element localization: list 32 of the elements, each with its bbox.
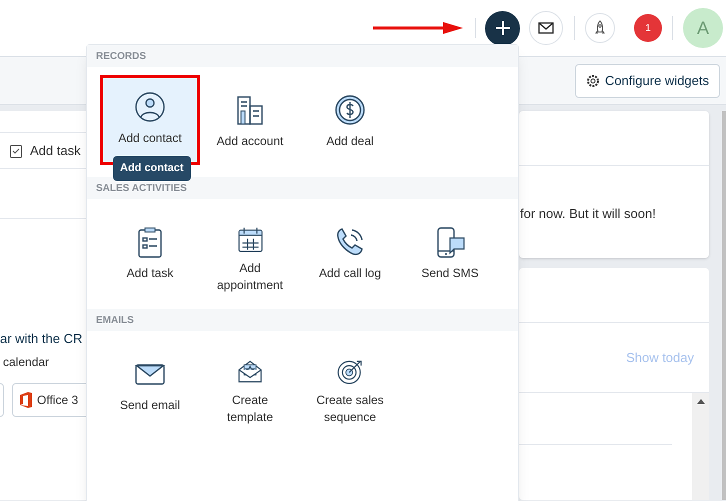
calendar-heading: ar with the CR [0,330,82,348]
person-icon [134,91,166,124]
section-heading: RECORDS [96,50,146,64]
menu-item[interactable]: Create sales sequence [300,339,400,429]
envelope-icon [538,22,554,34]
scroll-up-icon[interactable] [696,399,704,404]
menu-item[interactable]: Add deal [300,75,400,165]
menu-item[interactable]: Send SMS [400,207,500,297]
calendar-subtitle: calendar [2,354,50,371]
section-heading: SALES ACTIVITIES [96,182,187,196]
menu-item[interactable]: Add appointment [200,207,300,297]
checkbox-icon [10,144,22,158]
scrollbar[interactable] [692,393,709,500]
launch-button[interactable] [585,13,615,43]
menu-item[interactable]: Create template [200,339,300,429]
gear-icon [586,74,600,88]
empty-message: for now. But it will soon! [519,205,657,223]
page-scrollbar[interactable] [722,111,726,500]
add-task-link[interactable]: Add task [30,140,81,160]
menu-item[interactable]: Add call log [300,207,400,297]
plus-icon [494,20,510,36]
menu-item[interactable]: Add account [200,75,300,165]
section-heading: EMAILS [96,314,134,328]
email-button[interactable] [529,11,563,45]
rocket-icon [594,20,606,36]
add-button[interactable] [485,10,520,46]
configure-widgets-button[interactable]: Configure widgets [574,64,720,98]
tooltip: Add contact [113,156,191,180]
notification-badge[interactable]: 1 [634,14,662,42]
office-logo-icon [19,392,32,408]
dollar-coin-icon [334,94,366,127]
menu-item[interactable]: Add task [100,207,200,297]
